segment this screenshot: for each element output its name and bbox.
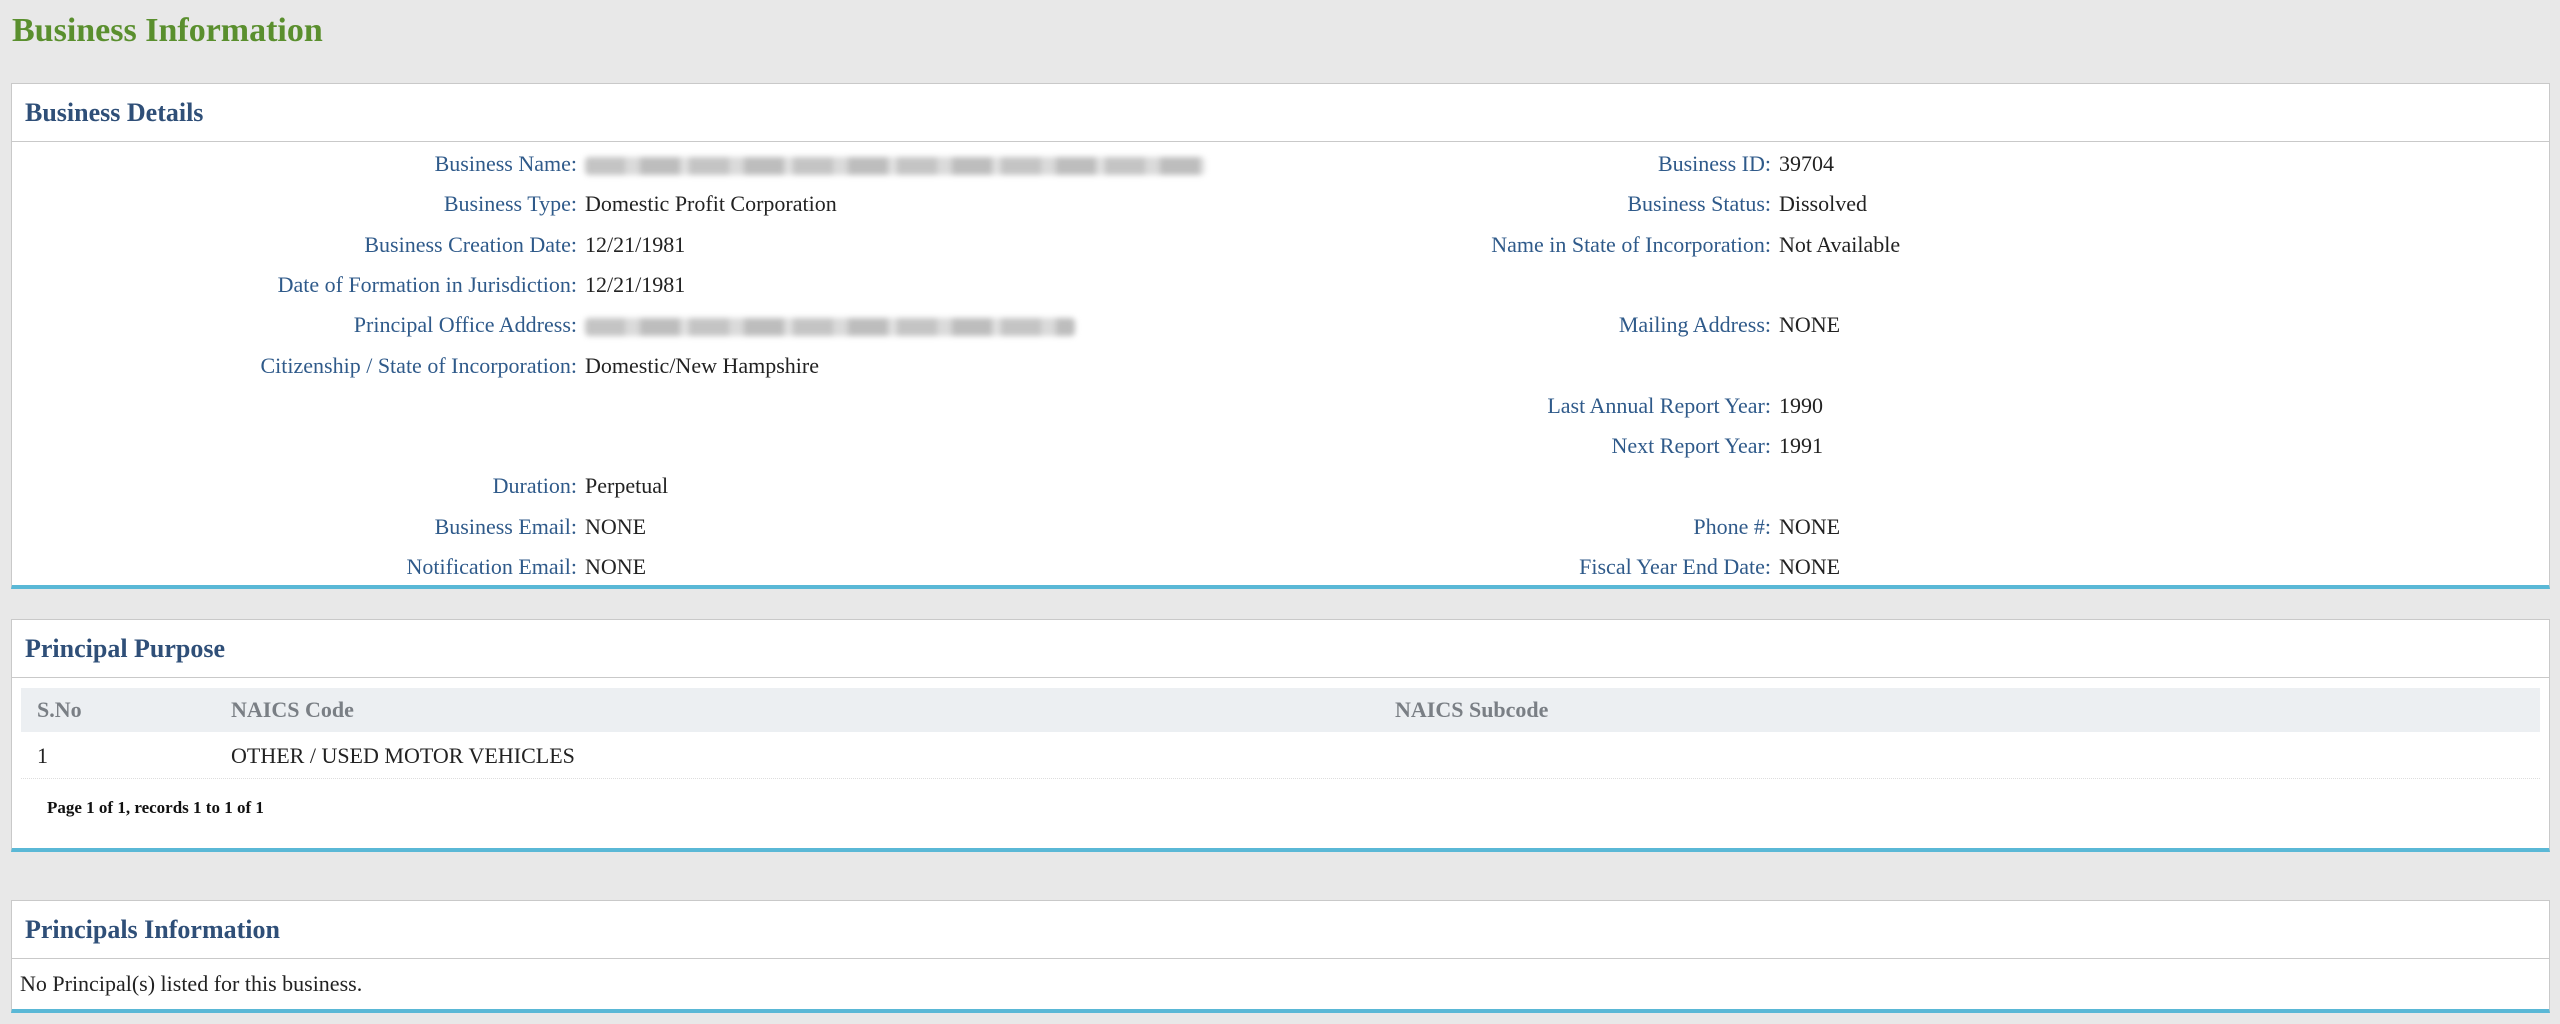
detail-value: 39704 bbox=[1779, 151, 1834, 176]
detail-label: Business ID: bbox=[1657, 151, 1771, 176]
detail-value: Domestic Profit Corporation bbox=[585, 191, 837, 217]
detail-row: Principal Office Address: Mailing Address… bbox=[12, 305, 2549, 345]
detail-row: Business Type: Domestic Profit Corporatio… bbox=[12, 184, 2549, 224]
cell-naics-code: OTHER / USED MOTOR VEHICLES bbox=[231, 743, 575, 768]
principals-information-panel: Principals Information No Principal(s) l… bbox=[11, 900, 2550, 1013]
redacted-value bbox=[585, 305, 1075, 345]
pager-text: Page 1 of 1, records 1 to 1 of 1 bbox=[47, 798, 264, 817]
detail-label: Last Annual Report Year: bbox=[1547, 392, 1771, 418]
detail-label: Duration: bbox=[492, 473, 577, 499]
detail-value: NONE bbox=[1779, 513, 1841, 539]
detail-value: NONE bbox=[585, 554, 647, 579]
detail-label: Principal Office Address: bbox=[353, 312, 577, 338]
detail-row: Next Report Year: 1991 bbox=[12, 426, 2549, 466]
naics-table: S.No NAICS Code NAICS Subcode 1 OTHER / … bbox=[12, 678, 2549, 848]
redacted-value bbox=[585, 144, 1205, 184]
detail-value: 12/21/1981 bbox=[585, 271, 686, 297]
detail-label: Business Name: bbox=[434, 151, 577, 176]
principal-purpose-panel: Principal Purpose S.No NAICS Code NAICS … bbox=[11, 619, 2550, 852]
detail-value: Domestic/New Hampshire bbox=[585, 352, 819, 378]
detail-value: Not Available bbox=[1779, 231, 1901, 257]
detail-row: Notification Email: NONE Fiscal Year End D… bbox=[12, 547, 2549, 587]
table-row[interactable]: 1 OTHER / USED MOTOR VEHICLES bbox=[21, 734, 2540, 779]
principals-information-title: Principals Information bbox=[25, 914, 280, 944]
detail-value: NONE bbox=[1779, 554, 1841, 579]
detail-label: Notification Email: bbox=[406, 554, 577, 579]
detail-row: Business Email: NONE Phone #: NONE bbox=[12, 507, 2549, 547]
cell-sno: 1 bbox=[37, 743, 48, 768]
column-header-naics-subcode[interactable]: NAICS Subcode bbox=[1395, 688, 1548, 732]
detail-label: Business Creation Date: bbox=[364, 231, 577, 257]
detail-row: Business Name: Business ID: 39704 bbox=[12, 144, 2549, 184]
column-header-naics-code[interactable]: NAICS Code bbox=[231, 688, 354, 732]
principal-purpose-title: Principal Purpose bbox=[25, 633, 226, 663]
detail-value: NONE bbox=[585, 513, 647, 539]
principal-purpose-header: Principal Purpose bbox=[12, 620, 2549, 678]
detail-label: Business Email: bbox=[434, 513, 577, 539]
detail-row: Duration: Perpetual bbox=[12, 466, 2549, 506]
detail-row: Last Annual Report Year: 1990 bbox=[12, 386, 2549, 426]
detail-label: Next Report Year: bbox=[1611, 433, 1771, 459]
business-details-panel: Business Details Business Name: Business … bbox=[11, 83, 2550, 589]
business-details-grid: Business Name: Business ID: 39704 Business … bbox=[12, 142, 2549, 585]
detail-value: 1990 bbox=[1779, 392, 1823, 418]
detail-label: Phone #: bbox=[1693, 513, 1771, 539]
detail-label: Name in State of Incorporation: bbox=[1491, 231, 1771, 257]
detail-value: 12/21/1981 bbox=[585, 231, 686, 257]
detail-value: Perpetual bbox=[585, 473, 669, 499]
detail-row: Date of Formation in Jurisdiction: 12/21/… bbox=[12, 265, 2549, 305]
detail-value: NONE bbox=[1779, 312, 1841, 338]
business-details-header: Business Details bbox=[12, 84, 2549, 142]
principals-information-header: Principals Information bbox=[12, 901, 2549, 959]
detail-value: Dissolved bbox=[1779, 191, 1867, 217]
detail-label: Mailing Address: bbox=[1618, 312, 1771, 338]
detail-label: Date of Formation in Jurisdiction: bbox=[277, 271, 577, 297]
column-header-sno[interactable]: S.No bbox=[37, 688, 82, 732]
detail-label: Business Type: bbox=[443, 191, 577, 217]
no-principals-message: No Principal(s) listed for this business… bbox=[20, 971, 363, 996]
detail-row: Citizenship / State of Incorporation: Dom… bbox=[12, 346, 2549, 386]
detail-row: Business Creation Date: 12/21/1981 Name in… bbox=[12, 225, 2549, 265]
table-header-row: S.No NAICS Code NAICS Subcode bbox=[21, 688, 2540, 732]
detail-label: Business Status: bbox=[1627, 191, 1771, 217]
business-details-title: Business Details bbox=[25, 97, 204, 127]
detail-value: 1991 bbox=[1779, 433, 1823, 459]
detail-label: Fiscal Year End Date: bbox=[1579, 554, 1771, 579]
detail-label: Citizenship / State of Incorporation: bbox=[260, 352, 578, 378]
page-title: Business Information bbox=[12, 12, 323, 49]
